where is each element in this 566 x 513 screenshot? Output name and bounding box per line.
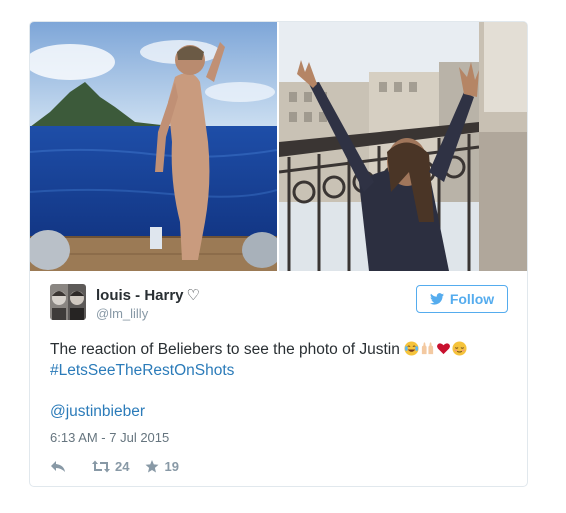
retweet-icon (92, 460, 110, 472)
face-with-tears-of-joy-icon (404, 341, 419, 356)
twitter-bird-icon (429, 293, 444, 305)
follow-button[interactable]: Follow (416, 285, 508, 313)
tweet-actions: 24 19 (50, 457, 179, 475)
mention-line: @justinbieber (50, 403, 145, 421)
star-icon (145, 459, 159, 472)
hashtag-link[interactable]: #LetsSeeTheRestOnShots (50, 362, 234, 379)
mention-link[interactable]: @justinbieber (50, 403, 145, 420)
tweet-media[interactable] (30, 22, 527, 271)
like-button[interactable]: 19 (145, 458, 179, 474)
photo-boat-image (30, 22, 277, 271)
reply-icon (51, 460, 65, 472)
photo-balcony[interactable] (279, 22, 527, 271)
photo-balcony-image (279, 22, 527, 271)
relieved-face-icon (452, 341, 467, 356)
photo-boat[interactable] (30, 22, 277, 271)
display-name-text: louis - Harry (96, 287, 184, 304)
tweet-text-body: The reaction of Beliebers to see the pho… (50, 341, 400, 358)
reply-button[interactable] (50, 460, 66, 473)
retweet-button[interactable]: 24 (92, 459, 129, 474)
avatar-image (50, 284, 86, 320)
avatar[interactable] (50, 284, 86, 320)
tweet-card: louis - Harry ♡ @lm_lilly Follow The reac… (29, 21, 528, 487)
heart-symbol: ♡ (186, 287, 200, 304)
tweet-text: The reaction of Beliebers to see the pho… (50, 339, 510, 381)
timestamp[interactable]: 6:13 AM - 7 Jul 2015 (50, 430, 169, 445)
red-heart-icon (436, 341, 451, 356)
retweet-count: 24 (115, 458, 130, 474)
like-count: 19 (164, 458, 179, 474)
display-name[interactable]: louis - Harry ♡ (96, 286, 200, 304)
raised-hands-icon (420, 341, 435, 356)
follow-label: Follow (449, 291, 495, 307)
screen-name[interactable]: @lm_lilly (96, 306, 148, 321)
